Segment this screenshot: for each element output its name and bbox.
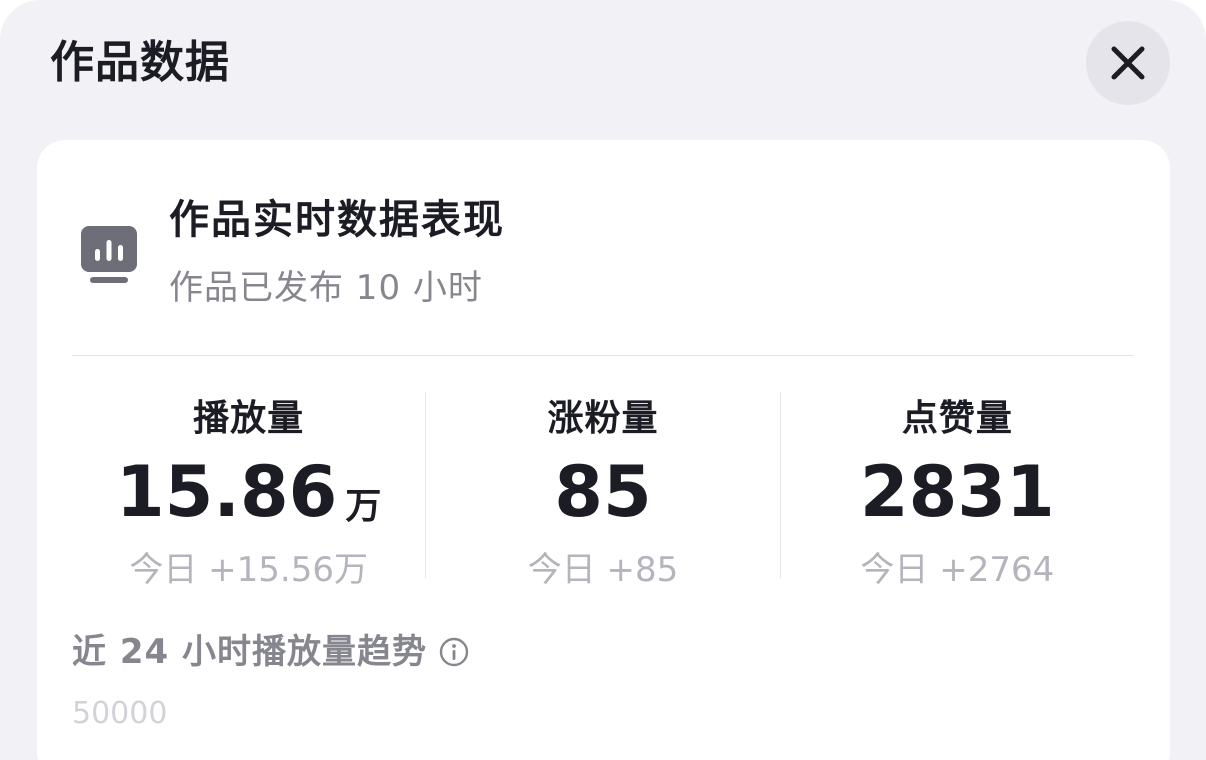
stat-label: 涨粉量 bbox=[547, 398, 659, 439]
stat-today: 今日 +85 bbox=[527, 550, 679, 590]
close-icon bbox=[1111, 46, 1145, 80]
card-title: 作品实时数据表现 bbox=[169, 197, 505, 243]
data-sheet: 作品数据 作品实时数据表现 作品已发布 10 小时 播放量 15.86 万 今日 … bbox=[0, 0, 1206, 760]
stat-value: 2831 bbox=[781, 450, 1134, 534]
stat-unit: 万 bbox=[345, 486, 382, 527]
stat-today: 今日 +15.56万 bbox=[129, 550, 368, 590]
trend-title: 近 24 小时播放量趋势 bbox=[72, 630, 469, 674]
stat-likes[interactable]: 点赞量 2831 今日 +2764 bbox=[779, 392, 1134, 590]
bar-chart-monitor-icon bbox=[81, 226, 137, 283]
stat-followers[interactable]: 涨粉量 85 今日 +85 bbox=[425, 392, 779, 590]
stat-views[interactable]: 播放量 15.86 万 今日 +15.56万 bbox=[72, 392, 425, 590]
info-icon[interactable] bbox=[439, 637, 469, 667]
stat-number: 2831 bbox=[859, 451, 1055, 533]
divider bbox=[72, 355, 1134, 356]
stat-today: 今日 +2764 bbox=[860, 550, 1055, 590]
stats-row: 播放量 15.86 万 今日 +15.56万 涨粉量 85 今日 +85 点赞量 … bbox=[72, 392, 1134, 590]
stat-label: 点赞量 bbox=[901, 398, 1013, 439]
chart-axis-top-label: 50000 bbox=[72, 696, 168, 731]
stat-number: 15.86 bbox=[115, 451, 338, 533]
close-button[interactable] bbox=[1086, 21, 1170, 105]
stat-number: 85 bbox=[554, 451, 652, 533]
sheet-title: 作品数据 bbox=[50, 37, 230, 88]
stat-value: 15.86 万 bbox=[72, 450, 425, 549]
trend-title-text: 近 24 小时播放量趋势 bbox=[72, 632, 427, 672]
stat-label: 播放量 bbox=[193, 398, 305, 439]
realtime-data-card: 作品实时数据表现 作品已发布 10 小时 播放量 15.86 万 今日 +15.5… bbox=[37, 140, 1170, 760]
card-subtitle: 作品已发布 10 小时 bbox=[169, 268, 483, 308]
stat-value: 85 bbox=[426, 450, 779, 534]
